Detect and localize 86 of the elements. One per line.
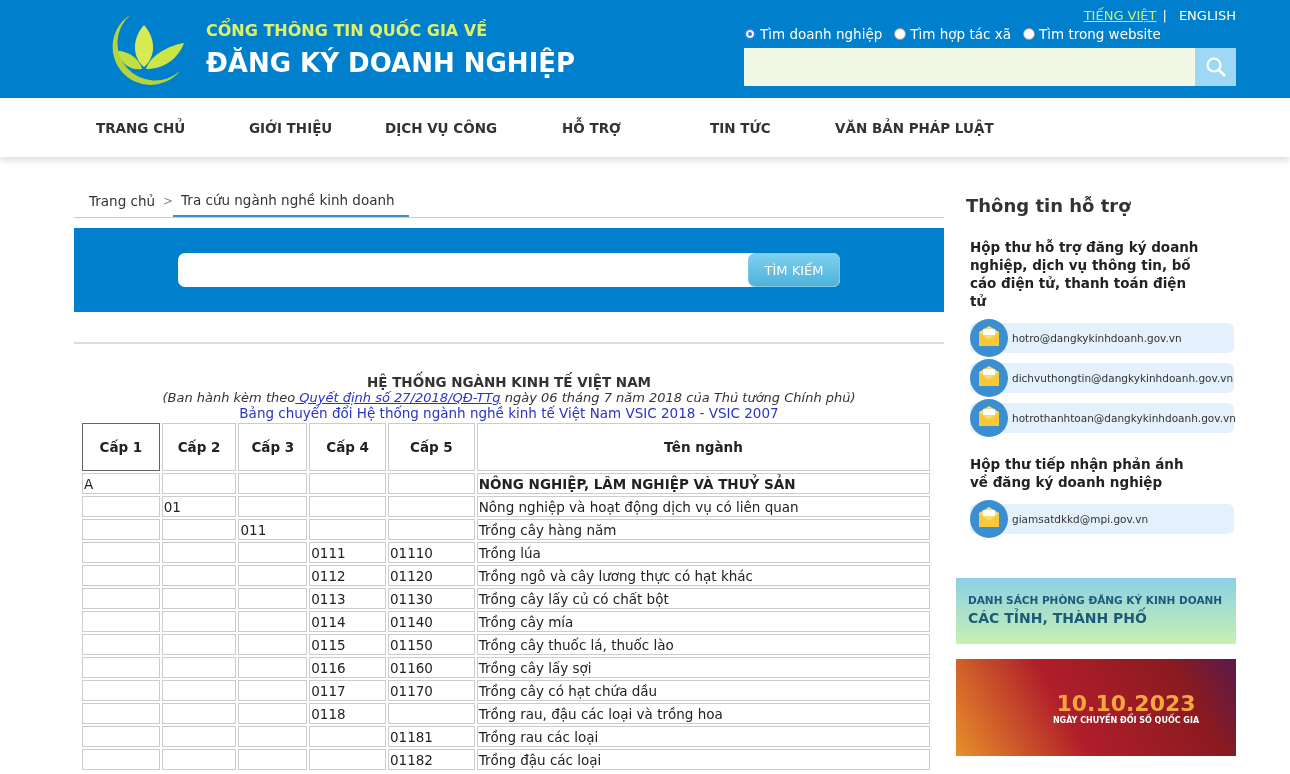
table-cell xyxy=(238,726,308,747)
table-cell: 0116 xyxy=(309,657,386,678)
radio-label[interactable]: Tìm trong website xyxy=(1038,26,1161,42)
table-cell: NÔNG NGHIỆP, LÂM NGHIỆP VÀ THUỶ SẢN xyxy=(476,473,930,494)
table-cell xyxy=(238,657,308,678)
radio-label[interactable]: Tìm hợp tác xã xyxy=(910,26,1011,42)
radio-label[interactable]: Tìm doanh nghiệp xyxy=(760,26,883,42)
table-cell xyxy=(238,496,308,517)
breadcrumb-separator: > xyxy=(163,194,174,208)
table-cell: Trồng rau các loại xyxy=(476,726,930,747)
nav-link[interactable]: DỊCH VỤ CÔNG xyxy=(385,119,562,136)
table-cell: 0112 xyxy=(309,565,386,586)
search-field[interactable] xyxy=(744,48,1195,86)
conversion-link[interactable]: Bảng chuyển đổi Hệ thống ngành nghề kinh tế Việt Nam VSIC 2018 - VSIC 2007 xyxy=(239,405,779,421)
table-cell: 01120 xyxy=(388,565,475,586)
table-cell: Trồng cây có hạt chứa dầu xyxy=(476,680,930,701)
radio-button[interactable] xyxy=(894,28,907,40)
column-header: Cấp 4 xyxy=(309,423,386,471)
language-separator: | xyxy=(1162,8,1167,23)
table-cell: Trồng cây mía xyxy=(476,611,930,632)
table-cell: Trồng rau, đậu các loại và trồng hoa xyxy=(476,703,930,724)
document-note: (Ban hành kèm theo Quyết định số 27/2018/QĐ-TTg ngày 06 tháng 7 năm 2018 của Thủ tướng Chính phủ) xyxy=(162,390,856,405)
table-cell: 0114 xyxy=(309,611,386,632)
envelope-icon xyxy=(969,318,1009,358)
table-cell: 0117 xyxy=(309,680,386,701)
decision-link[interactable]: Quyết định số 27/2018/QĐ-TTg xyxy=(295,390,501,405)
radio-button[interactable] xyxy=(744,28,756,40)
table-cell: 011 xyxy=(238,519,308,540)
search-icon xyxy=(1204,56,1227,78)
table-cell: Trồng đậu các loại xyxy=(476,749,930,770)
nav-link[interactable]: GIỚI THIỆU xyxy=(249,119,385,136)
table-cell: 01130 xyxy=(388,588,475,609)
table-cell: Nông nghiệp và hoạt động dịch vụ có liên quan xyxy=(476,496,930,517)
breadcrumb-link[interactable]: Tra cứu ngành nghề kinh doanh xyxy=(173,185,409,217)
portal-subtitle: CỔNG THÔNG TIN QUỐC GIA VỀ xyxy=(206,20,489,40)
table-cell: A xyxy=(82,473,160,494)
column-header: Tên ngành xyxy=(476,423,930,471)
table-cell xyxy=(238,565,308,586)
column-header: Cấp 1 xyxy=(82,423,160,471)
table-cell: 01140 xyxy=(388,611,475,632)
table-cell xyxy=(238,611,308,632)
table-cell: Trồng cây thuốc lá, thuốc lào xyxy=(476,634,930,655)
table-cell xyxy=(238,473,308,494)
mailbox-heading: Hộp thư hỗ trợ đăng ký doanh nghiệp, dịch vụ thông tin, bố cáo điện tử, thanh toán điện tử xyxy=(969,238,1200,310)
radio-button[interactable] xyxy=(1022,28,1035,40)
table-cell: 01182 xyxy=(388,749,475,770)
envelope-icon xyxy=(969,398,1009,438)
table-cell xyxy=(238,588,308,609)
breadcrumb-link[interactable]: Trang chủ xyxy=(89,185,164,217)
table-cell: 0111 xyxy=(309,542,386,563)
language-link[interactable]: ENGLISH xyxy=(1178,8,1236,23)
column-header: Cấp 5 xyxy=(388,423,475,471)
nav-link[interactable]: TRANG CHỦ xyxy=(96,119,249,136)
table-cell: Trồng cây lấy sợi xyxy=(476,657,930,678)
table-cell: 01 xyxy=(161,496,237,517)
event-banner[interactable]: 10.10.2023 NGÀY CHUYỂN ĐỔI SỐ QUỐC GIA xyxy=(956,659,1236,756)
column-header: Cấp 2 xyxy=(161,423,237,471)
table-cell: 01110 xyxy=(388,542,475,563)
table-cell: 0115 xyxy=(309,634,386,655)
table-cell xyxy=(238,703,308,724)
table-cell: 01150 xyxy=(388,634,475,655)
column-header: Cấp 3 xyxy=(238,423,308,471)
table-cell: Trồng cây hàng năm xyxy=(476,519,930,540)
table-cell: 0118 xyxy=(309,703,386,724)
mailbox-heading: Hộp thư tiếp nhận phản ánh về đăng ký doanh nghiệp xyxy=(969,455,1185,491)
banner-text: NGÀY CHUYỂN ĐỔI SỐ QUỐC GIA xyxy=(1052,715,1200,725)
nav-link[interactable]: HỖ TRỢ xyxy=(562,119,710,136)
table-cell: Trồng cây lấy củ có chất bột xyxy=(476,588,930,609)
table-cell xyxy=(238,634,308,655)
table-cell xyxy=(238,542,308,563)
nav-link[interactable]: VĂN BẢN PHÁP LUẬT xyxy=(835,119,1035,136)
portal-title: ĐĂNG KÝ DOANH NGHIỆP xyxy=(206,47,576,78)
table-cell: 01160 xyxy=(388,657,475,678)
table-cell: 0113 xyxy=(309,588,386,609)
table-cell: Trồng ngô và cây lương thực có hạt khác xyxy=(476,565,930,586)
table-cell: Trồng lúa xyxy=(476,542,930,563)
registry-banner[interactable]: DANH SÁCH PHÒNG ĐĂNG KÝ KINH DOANH CÁC TỈNH, THÀNH PHỐ xyxy=(956,578,1236,644)
sidebar-title: Thông tin hỗ trợ xyxy=(965,195,1132,216)
envelope-icon xyxy=(969,499,1009,539)
nav-link[interactable]: TIN TỨC xyxy=(710,119,835,136)
table-cell xyxy=(238,749,308,770)
table-cell: 01170 xyxy=(388,680,475,701)
table-cell xyxy=(238,680,308,701)
envelope-icon xyxy=(969,358,1009,398)
banner-text: DANH SÁCH PHÒNG ĐĂNG KÝ KINH DOANH xyxy=(968,594,1224,606)
table-cell: 01181 xyxy=(388,726,475,747)
